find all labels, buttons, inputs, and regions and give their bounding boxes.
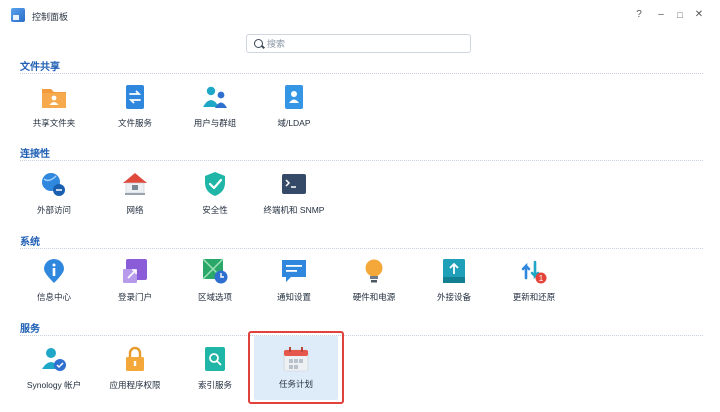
domain-ldap-icon <box>285 85 303 109</box>
update-restore-icon: 1 <box>521 260 547 284</box>
item-label: 共享文件夹 <box>32 118 76 128</box>
search-icon <box>254 39 263 48</box>
item-security[interactable]: 安全性 <box>173 171 257 231</box>
lock-icon <box>126 346 144 371</box>
item-update-restore[interactable]: 1 更新和还原 <box>492 258 576 318</box>
item-label: 应用程序权限 <box>109 380 161 390</box>
external-device-icon <box>443 259 465 283</box>
item-notification[interactable]: 通知设置 <box>252 258 336 318</box>
section-title-file-sharing: 文件共享 <box>20 62 60 73</box>
item-indexing-service[interactable]: 索引服务 <box>173 346 257 406</box>
shared-folder-icon <box>42 89 66 108</box>
login-portal-icon <box>123 259 147 283</box>
search-box[interactable] <box>246 34 471 53</box>
item-network[interactable]: 网络 <box>93 171 177 231</box>
indexing-search-icon <box>205 347 225 371</box>
item-label: 终端机和 SNMP <box>263 205 325 215</box>
terminal-icon <box>282 174 306 194</box>
item-label: Synology 帐户 <box>26 380 82 390</box>
control-panel-window: 控制面板 ? – □ ✕ 文件共享 共享文件夹 文件服务 <box>0 0 720 412</box>
item-label: 登录门户 <box>117 292 152 302</box>
item-label: 外接设备 <box>436 292 471 302</box>
item-label: 用户与群组 <box>193 118 237 128</box>
lightbulb-icon <box>365 259 383 283</box>
info-icon <box>44 259 64 283</box>
synology-account-icon <box>42 348 66 371</box>
item-label: 文件服务 <box>117 118 152 128</box>
window-title: 控制面板 <box>32 12 69 22</box>
item-label: 索引服务 <box>197 380 232 390</box>
help-button[interactable]: ? <box>632 8 646 22</box>
section-title-system: 系统 <box>20 237 40 248</box>
item-shared-folder[interactable]: 共享文件夹 <box>12 84 96 144</box>
control-panel-app-icon <box>11 8 25 22</box>
highlight-annotation-box <box>248 331 344 404</box>
item-external-access[interactable]: 外部访问 <box>12 171 96 231</box>
search-input[interactable] <box>267 37 462 51</box>
users-groups-icon <box>203 86 227 108</box>
network-house-icon <box>123 173 147 195</box>
title-bar: 控制面板 ? – □ ✕ <box>0 0 720 30</box>
item-info-center[interactable]: 信息中心 <box>12 258 96 318</box>
item-domain-ldap[interactable]: 域/LDAP <box>252 84 336 144</box>
update-badge-count: 1 <box>539 274 544 283</box>
item-regional-options[interactable]: 区域选项 <box>173 258 257 318</box>
section-divider <box>20 248 703 249</box>
section-divider <box>20 335 703 336</box>
item-label: 通知设置 <box>276 292 311 302</box>
item-login-portal[interactable]: 登录门户 <box>93 258 177 318</box>
maximize-button[interactable]: □ <box>673 8 687 22</box>
item-label: 外部访问 <box>36 205 71 215</box>
minimize-button[interactable]: – <box>654 8 668 22</box>
item-app-privileges[interactable]: 应用程序权限 <box>93 346 177 406</box>
file-services-icon <box>126 85 144 109</box>
item-label: 更新和还原 <box>512 292 556 302</box>
item-users-groups[interactable]: 用户与群组 <box>173 84 257 144</box>
section-divider <box>20 73 703 74</box>
item-label: 区域选项 <box>197 292 232 302</box>
shield-check-icon <box>205 172 225 196</box>
item-synology-account[interactable]: Synology 帐户 <box>12 346 96 406</box>
external-access-icon <box>42 173 65 196</box>
item-terminal-snmp[interactable]: 终端机和 SNMP <box>252 171 336 231</box>
item-external-devices[interactable]: 外接设备 <box>412 258 496 318</box>
section-title-services: 服务 <box>20 324 40 335</box>
section-title-connectivity: 连接性 <box>20 149 50 160</box>
item-label: 硬件和电源 <box>352 292 396 302</box>
item-label: 安全性 <box>202 205 228 215</box>
section-divider <box>20 160 703 161</box>
notification-message-icon <box>282 260 306 282</box>
item-hardware-power[interactable]: 硬件和电源 <box>332 258 416 318</box>
item-label: 域/LDAP <box>277 118 311 128</box>
close-button[interactable]: ✕ <box>692 8 706 22</box>
item-label: 信息中心 <box>36 292 71 302</box>
regional-options-icon <box>202 258 228 284</box>
item-file-services[interactable]: 文件服务 <box>93 84 177 144</box>
item-label: 网络 <box>126 205 144 215</box>
